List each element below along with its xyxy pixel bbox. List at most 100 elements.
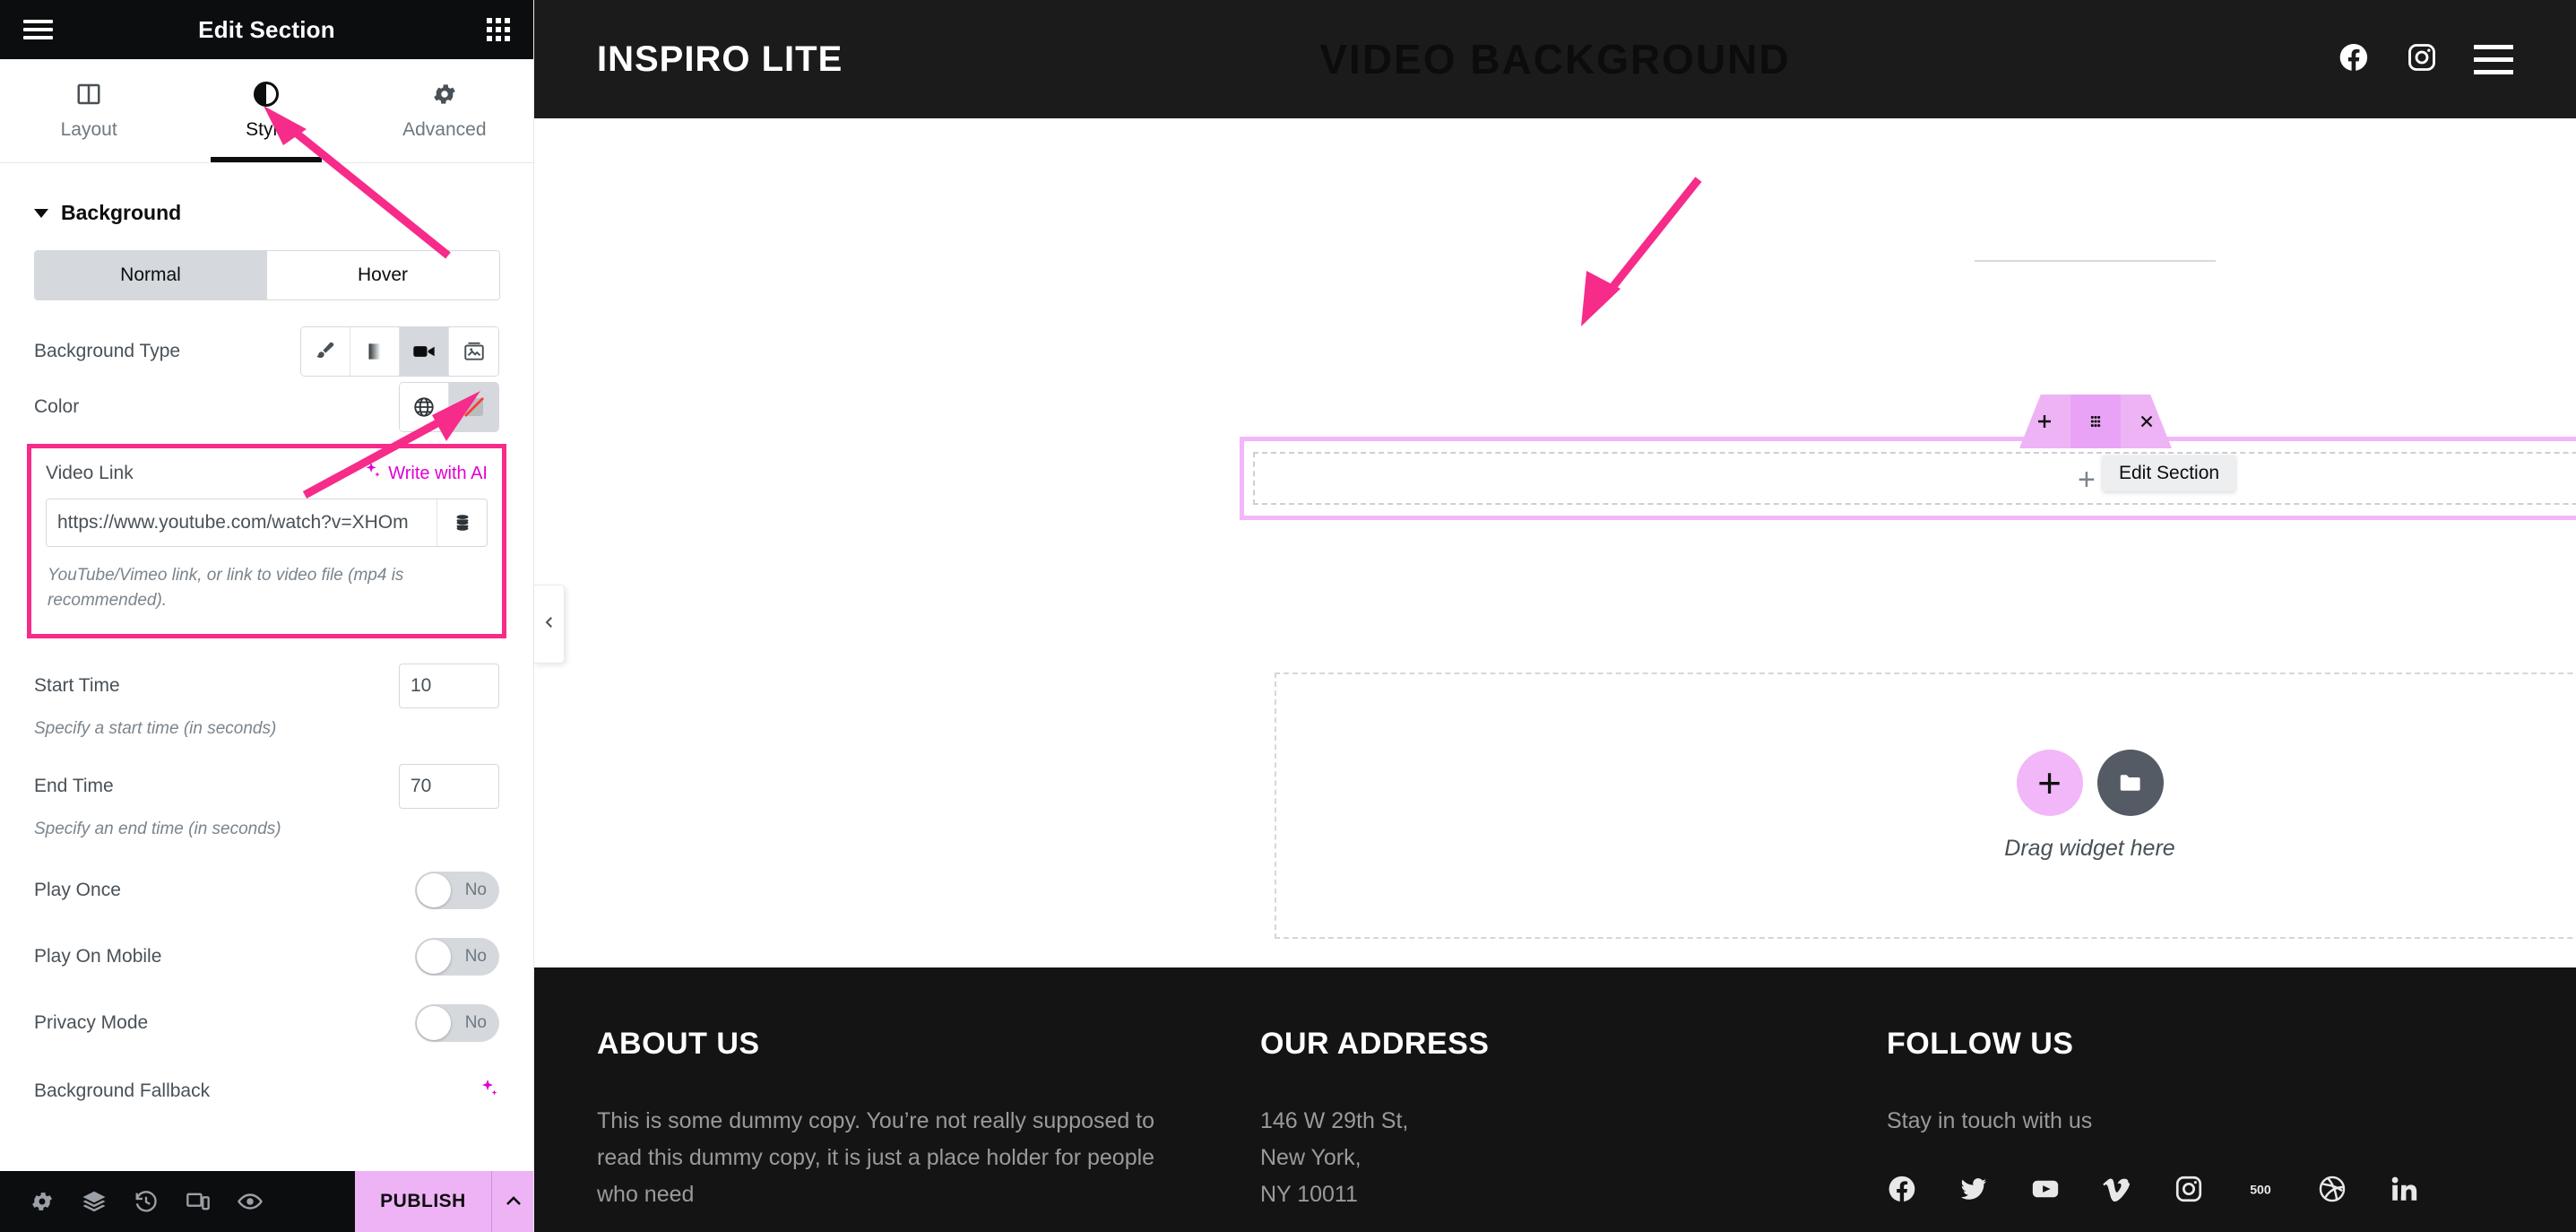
background-fallback-row: Background Fallback [0,1069,533,1104]
site-brand[interactable]: INSPIRO LITE [597,39,843,80]
responsive-devices-icon[interactable] [172,1171,224,1232]
play-once-label: Play Once [34,880,121,901]
play-once-value: No [464,881,487,900]
youtube-icon[interactable] [2030,1174,2061,1209]
tab-advanced-label: Advanced [402,119,487,140]
publish-button[interactable]: PUBLISH [355,1171,491,1232]
end-time-input[interactable] [399,764,499,810]
footer-heading: FOLLOW US [1887,1027,2074,1061]
video-link-header: Video Link Write with AI [39,461,495,495]
plus-icon[interactable] [2019,395,2070,448]
preview-canvas: INSPIRO LITE VIDEO BACKGROUND + Edit Sec… [534,0,2576,1232]
drag-dots-icon[interactable] [2070,395,2122,448]
footer-column-follow: FOLLOW US Stay in touch with us 500 [1887,1027,2513,1232]
toggle-knob [417,873,451,908]
grid-apps-icon[interactable] [487,18,510,41]
layers-icon[interactable] [68,1171,120,1232]
video-link-group: Video Link Write with AI https://www.you… [27,444,506,639]
end-time-row: End Time [0,759,533,814]
video-link-description: YouTube/Vimeo link, or link to video fil… [48,566,404,610]
twitter-icon[interactable] [1958,1174,1989,1209]
plus-icon: + [2078,463,2096,497]
close-x-icon[interactable] [2121,395,2172,448]
svg-text:500: 500 [2250,1183,2271,1197]
background-fallback-label: Background Fallback [34,1080,211,1101]
section-handle-toolbar [2019,395,2172,448]
500px-icon[interactable]: 500 [2245,1174,2276,1209]
hamburger-icon[interactable] [23,20,53,39]
background-type-row: Background Type [0,324,533,379]
page-title: Edit Section [198,15,335,43]
sparkles-icon [362,461,382,486]
toggle-knob [417,940,451,975]
privacy-mode-toggle[interactable]: No [415,1004,499,1043]
footer-heading: ABOUT US [597,1027,760,1061]
play-once-toggle[interactable]: No [415,872,499,910]
tab-advanced[interactable]: Advanced [356,59,533,162]
start-time-hint: Specify a start time (in seconds) [34,719,277,739]
facebook-icon[interactable] [1887,1174,1917,1209]
video-camera-icon[interactable] [400,327,449,376]
play-on-mobile-toggle[interactable]: No [415,938,499,976]
globe-icon[interactable] [400,383,449,431]
previous-section-divider [1975,260,2216,262]
play-on-mobile-label: Play On Mobile [34,946,162,967]
panel-footer-icons [0,1171,355,1232]
tab-style[interactable]: Style [177,59,355,162]
history-icon[interactable] [120,1171,172,1232]
color-options [399,382,499,432]
classic-brush-icon[interactable] [301,327,350,376]
footer-column-address: OUR ADDRESS 146 W 29th St, New York, NY … [1260,1027,1887,1232]
panel-tabs: Layout Style Advanced [0,59,533,163]
background-section-title: Background [61,201,182,224]
widget-dropzone[interactable]: + Drag widget here [1275,672,2576,939]
footer-heading: OUR ADDRESS [1260,1027,1490,1061]
instagram-icon[interactable] [2174,1174,2204,1209]
write-with-ai-button[interactable]: Write with AI [362,461,488,486]
color-label: Color [34,396,80,417]
privacy-mode-row: Privacy Mode No [0,995,533,1051]
eye-preview-icon[interactable] [224,1171,276,1232]
play-on-mobile-value: No [464,947,487,967]
write-with-ai-label: Write with AI [388,463,488,483]
end-time-label: End Time [34,776,114,797]
layout-columns-icon [75,81,102,108]
background-section-header[interactable]: Background [0,172,533,245]
site-footer: ABOUT US This is some dummy copy. You’re… [534,967,2576,1232]
editor-panel: Edit Section Layout Style Advanced Backg… [0,0,534,1232]
chevron-up-icon[interactable] [491,1171,533,1232]
gear-icon[interactable] [16,1171,68,1232]
state-tabs: Normal Hover [33,250,500,300]
gradient-icon[interactable] [350,327,400,376]
database-stack-icon[interactable] [437,499,487,546]
panel-collapse-handle[interactable] [534,585,565,664]
toggle-knob [417,1006,451,1041]
footer-text: Stay in touch with us [1887,1108,2093,1133]
end-time-hint: Specify an end time (in seconds) [34,820,281,839]
no-color-slash-icon[interactable] [449,383,498,431]
instagram-icon[interactable] [2406,41,2438,78]
linkedin-icon[interactable] [2389,1174,2419,1209]
site-header: INSPIRO LITE VIDEO BACKGROUND [534,0,2576,118]
facebook-icon[interactable] [2338,41,2370,78]
selected-section[interactable] [1240,437,2576,520]
start-time-input[interactable] [399,664,499,709]
slideshow-icon[interactable] [449,327,498,376]
video-link-input[interactable] [47,499,437,546]
dribbble-icon[interactable] [2317,1174,2347,1209]
background-type-options [300,326,499,377]
hamburger-icon[interactable] [2474,44,2513,74]
section-column-placeholder [1253,452,2576,505]
privacy-mode-value: No [464,1013,487,1033]
sparkles-icon[interactable] [478,1078,499,1104]
plus-icon[interactable]: + [2016,750,2083,816]
folder-icon[interactable] [2096,750,2164,816]
video-link-label: Video Link [46,463,134,483]
vimeo-icon[interactable] [2102,1174,2132,1209]
chevron-down-icon [34,208,48,218]
state-tab-hover[interactable]: Hover [266,251,499,299]
video-link-input-wrap [46,499,488,547]
color-row: Color [0,379,533,435]
tab-layout[interactable]: Layout [0,59,177,162]
state-tab-normal[interactable]: Normal [34,251,267,299]
